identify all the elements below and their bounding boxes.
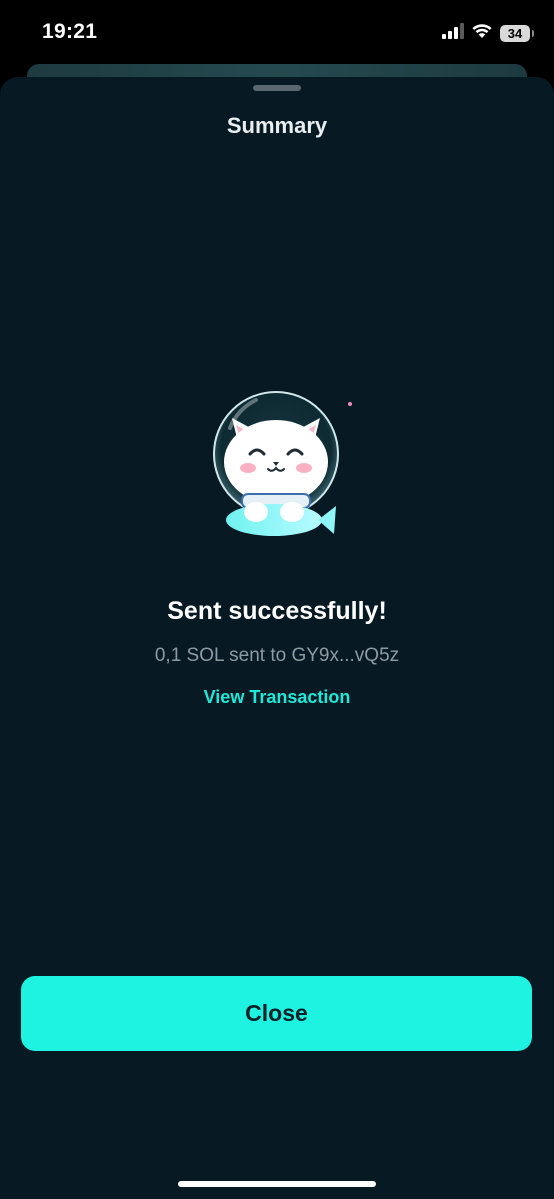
transfer-details: 0,1 SOL sent to GY9x...vQ5z <box>154 645 400 666</box>
close-button[interactable]: Close <box>21 976 532 1051</box>
battery-level: 34 <box>507 25 523 41</box>
signal-icon <box>442 22 464 44</box>
status-time: 19:21 <box>42 20 98 43</box>
battery-icon: 34 <box>500 24 534 42</box>
screen: 19:21 34 Summary Sent successfully! 0,1 … <box>0 0 554 1199</box>
success-headline: Sent successfully! <box>167 597 387 625</box>
battery-tip <box>532 29 534 37</box>
home-indicator[interactable] <box>178 1181 376 1187</box>
status-icons: 34 <box>442 22 534 44</box>
view-transaction-link[interactable]: View Transaction <box>0 687 554 708</box>
astronaut-cat-icon <box>196 388 366 558</box>
sheet-title: Summary <box>226 113 328 138</box>
sheet-grabber[interactable] <box>253 85 301 91</box>
wifi-icon <box>471 23 493 44</box>
status-bar: 19:21 34 <box>0 0 554 66</box>
